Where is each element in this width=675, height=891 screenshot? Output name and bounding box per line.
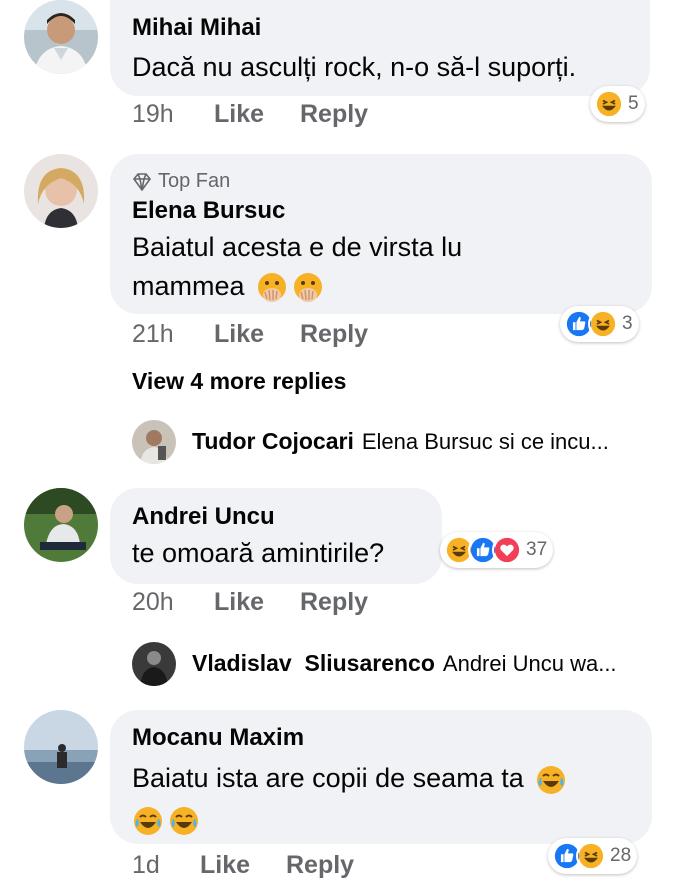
- diamond-icon: [132, 172, 152, 191]
- reaction-summary[interactable]: 37: [440, 532, 554, 568]
- like-button[interactable]: Like: [200, 851, 250, 880]
- reaction-count: 37: [526, 539, 548, 560]
- tears-of-joy-emoji-icon: [535, 764, 567, 796]
- reaction-summary[interactable]: 5: [590, 86, 645, 122]
- like-button[interactable]: Like: [214, 320, 264, 349]
- top-fan-badge: Top Fan: [132, 170, 230, 193]
- reply-text: Andrei Uncu wa...: [442, 650, 617, 676]
- avatar[interactable]: [24, 0, 98, 74]
- comment-actions: 21h Like Reply: [132, 320, 532, 354]
- comment-text: Dacă nu asculți rock, n-o să-l suporți.: [132, 52, 577, 82]
- haha-icon: [588, 309, 618, 339]
- comment-text-line2: mammea: [132, 271, 245, 301]
- hand-over-mouth-emoji-icon: [256, 272, 288, 304]
- top-fan-label: Top Fan: [158, 170, 231, 192]
- reply-button[interactable]: Reply: [300, 100, 368, 129]
- comment-emoji-line: [128, 798, 200, 840]
- reaction-count: 3: [622, 313, 633, 334]
- reply-author[interactable]: Tudor Cojocari: [192, 428, 354, 455]
- love-icon: [492, 535, 522, 565]
- reply-button[interactable]: Reply: [300, 320, 368, 349]
- comment-actions: 19h Like Reply: [132, 100, 532, 134]
- reply-text: Elena Bursuc si ce incu...: [361, 428, 609, 454]
- view-more-replies-link[interactable]: View 4 more replies: [132, 368, 346, 395]
- reply-button[interactable]: Reply: [286, 851, 354, 880]
- comment-text-line1-wrap: Baiatu ista are copii de seama ta: [132, 757, 567, 799]
- reaction-count: 28: [610, 845, 632, 866]
- comment-time[interactable]: 21h: [132, 320, 174, 349]
- reaction-summary[interactable]: 3: [560, 306, 639, 342]
- tears-of-joy-emoji-icon: [132, 805, 164, 837]
- comment-author[interactable]: Elena Bursuc: [132, 197, 285, 225]
- comment-author[interactable]: Andrei Uncu: [132, 503, 275, 531]
- avatar[interactable]: [24, 154, 98, 228]
- comment-author[interactable]: Mihai Mihai: [132, 14, 261, 42]
- comment-text-line1: Baiatu ista are copii de seama ta: [132, 763, 524, 793]
- reply-preview[interactable]: Tudor Cojocari Elena Bursuc si ce incu..…: [192, 428, 609, 455]
- like-button[interactable]: Like: [214, 100, 264, 129]
- comment-author[interactable]: Mocanu Maxim: [132, 724, 304, 752]
- comment-actions: 1d Like Reply: [132, 851, 532, 885]
- comment-text-line2-wrap: mammea: [132, 265, 324, 307]
- reaction-count: 5: [628, 93, 639, 114]
- tears-of-joy-emoji-icon: [168, 805, 200, 837]
- reaction-summary[interactable]: 28: [548, 838, 638, 874]
- comment-time[interactable]: 19h: [132, 100, 174, 129]
- reply-author[interactable]: Vladislav Sliusarenco: [192, 650, 435, 677]
- haha-icon: [594, 89, 624, 119]
- avatar[interactable]: [24, 710, 98, 784]
- comment-time[interactable]: 1d: [132, 851, 160, 880]
- comment-actions: 20h Like Reply: [132, 588, 532, 622]
- like-button[interactable]: Like: [214, 588, 264, 617]
- haha-icon: [576, 841, 606, 871]
- comment-time[interactable]: 20h: [132, 588, 174, 617]
- hand-over-mouth-emoji-icon: [292, 272, 324, 304]
- avatar[interactable]: [24, 488, 98, 562]
- comment-text-line1: Baiatul acesta e de virsta lu: [132, 232, 463, 262]
- reply-preview[interactable]: Vladislav Sliusarenco Andrei Uncu wa...: [192, 650, 617, 677]
- comment-text: te omoară amintirile?: [132, 538, 385, 568]
- reply-avatar[interactable]: [132, 420, 176, 464]
- reply-button[interactable]: Reply: [300, 588, 368, 617]
- reply-avatar[interactable]: [132, 642, 176, 686]
